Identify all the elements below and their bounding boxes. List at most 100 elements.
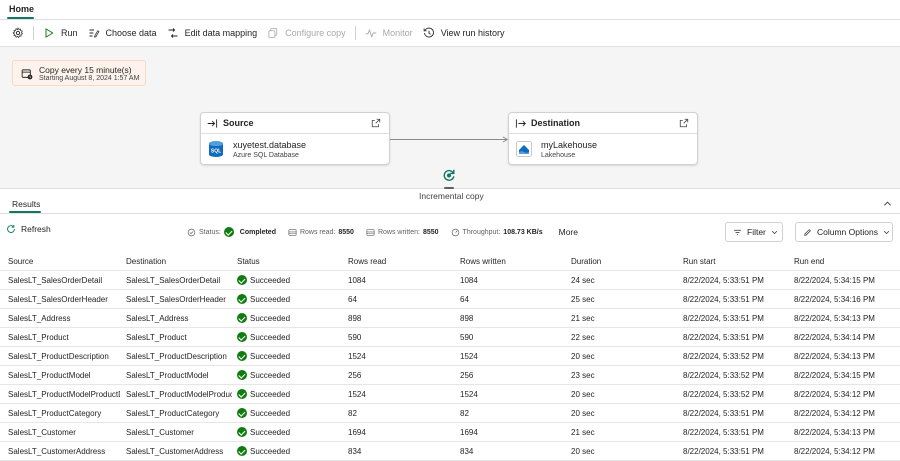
rows-written-summary: Rows written: 8550 xyxy=(366,228,439,237)
column-header[interactable]: Rows read xyxy=(348,252,454,271)
chevron-up-icon[interactable] xyxy=(883,199,892,208)
status-text: Succeeded xyxy=(250,409,291,418)
table-cell: 8/22/2024, 5:33:51 PM xyxy=(683,314,764,323)
table-cell: SalesLT_ProductModelProductDe xyxy=(8,390,120,399)
splitter-grip[interactable] xyxy=(444,187,454,189)
destination-name: myLakehouse xyxy=(541,140,598,150)
column-header[interactable]: Rows written xyxy=(460,252,566,271)
source-title: Source xyxy=(223,118,254,128)
edit-data-mapping-button[interactable]: Edit data mapping xyxy=(162,23,263,43)
success-check-icon xyxy=(237,446,247,456)
table-cell: Succeeded xyxy=(237,328,343,347)
status-text: Succeeded xyxy=(250,428,291,437)
run-button[interactable]: Run xyxy=(38,23,83,43)
column-header[interactable]: Run end xyxy=(794,252,900,271)
table-cell: 20 sec xyxy=(571,390,595,399)
mapping-icon xyxy=(168,28,178,38)
play-icon xyxy=(45,28,54,38)
configure-copy-button[interactable]: Configure copy xyxy=(262,23,351,43)
table-row[interactable]: SalesLT_ProductDescription SalesLT_Produc… xyxy=(0,347,900,366)
pipeline-canvas: Copy every 15 minute(s) Starting August … xyxy=(0,47,900,201)
column-header[interactable]: Destination xyxy=(126,252,232,271)
filter-button[interactable]: Filter xyxy=(725,222,783,242)
rows-written-label: Rows written: xyxy=(377,228,420,236)
settings-button[interactable] xyxy=(7,23,29,43)
table-row[interactable]: SalesLT_SalesOrderDetail SalesLT_SalesOrd… xyxy=(0,271,900,290)
success-check-icon xyxy=(237,427,247,437)
status-text: Succeeded xyxy=(250,447,291,456)
table-cell: Succeeded xyxy=(237,423,343,442)
schedule-badge[interactable]: Copy every 15 minute(s) Starting August … xyxy=(12,60,146,86)
column-options-button[interactable]: Column Options xyxy=(795,222,893,242)
success-check-icon xyxy=(237,370,247,380)
table-row[interactable]: SalesLT_Customer SalesLT_Customer Succeede… xyxy=(0,423,900,442)
monitor-label: Monitor xyxy=(382,28,413,38)
table-cell: 20 sec xyxy=(571,447,595,456)
table-row[interactable]: SalesLT_Address SalesLT_Address Succeeded 8… xyxy=(0,309,900,328)
status-summary: Status: Completed xyxy=(187,227,276,237)
table-cell: SalesLT_CustomerAddress xyxy=(8,447,106,456)
table-cell: 1524 xyxy=(348,352,366,361)
toolbar-divider xyxy=(33,26,34,40)
table-row[interactable]: SalesLT_Product SalesLT_Product Succeeded 5… xyxy=(0,328,900,347)
table-row[interactable]: SalesLT_ProductModelProductDe SalesLT_Pro… xyxy=(0,385,900,404)
table-cell: 25 sec xyxy=(571,295,595,304)
tab-results[interactable]: Results xyxy=(12,199,40,209)
table-cell: 20 sec xyxy=(571,409,595,418)
edit-data-mapping-label: Edit data mapping xyxy=(184,28,258,38)
column-header[interactable]: Run start xyxy=(683,252,789,271)
history-icon xyxy=(423,27,434,38)
table-row[interactable]: SalesLT_ProductModel SalesLT_ProductModel… xyxy=(0,366,900,385)
view-run-history-button[interactable]: View run history xyxy=(418,23,510,43)
table-cell: 256 xyxy=(460,371,474,380)
toolbar: Run Choose data Edit data mapping Config… xyxy=(0,20,900,47)
status-text: Succeeded xyxy=(250,352,291,361)
table-cell: SalesLT_Customer xyxy=(8,428,76,437)
refresh-button[interactable]: Refresh xyxy=(6,224,51,234)
table-cell: 8/22/2024, 5:34:13 PM xyxy=(794,352,875,361)
table-cell: 8/22/2024, 5:34:12 PM xyxy=(794,447,875,456)
open-external-icon[interactable] xyxy=(679,118,689,128)
calendar-clock-icon xyxy=(21,69,33,80)
table-cell: 82 xyxy=(348,409,357,418)
table-row[interactable]: SalesLT_SalesOrderHeader SalesLT_SalesOrd… xyxy=(0,290,900,309)
table-cell: 8/22/2024, 5:33:52 PM xyxy=(683,390,764,399)
success-check-icon xyxy=(237,389,247,399)
connector-line xyxy=(390,139,507,140)
column-header[interactable]: Status xyxy=(237,252,343,271)
table-cell: 8/22/2024, 5:33:52 PM xyxy=(683,352,764,361)
source-node[interactable]: Source SQL xuyetest.database Azure SQL D… xyxy=(200,112,390,165)
table-icon xyxy=(366,228,375,236)
column-header[interactable]: Source xyxy=(8,252,120,271)
table-cell: 8/22/2024, 5:34:15 PM xyxy=(794,371,875,380)
filter-icon xyxy=(734,229,741,235)
table-cell: 834 xyxy=(348,447,362,456)
more-button[interactable]: More xyxy=(559,227,578,237)
choose-data-button[interactable]: Choose data xyxy=(83,23,162,43)
table-cell: SalesLT_Product xyxy=(126,333,187,342)
table-cell: 82 xyxy=(460,409,469,418)
table-row[interactable]: SalesLT_CustomerAddress SalesLT_CustomerA… xyxy=(0,442,900,461)
table-cell: 24 sec xyxy=(571,276,595,285)
table-cell: 64 xyxy=(348,295,357,304)
table-cell: Succeeded xyxy=(237,290,343,309)
table-row[interactable]: SalesLT_ProductCategory SalesLT_ProductCa… xyxy=(0,404,900,423)
success-check-icon xyxy=(223,227,234,237)
table-cell: 256 xyxy=(348,371,362,380)
table-cell: 8/22/2024, 5:33:51 PM xyxy=(683,409,764,418)
table-cell: 1084 xyxy=(348,276,366,285)
table-cell: 1084 xyxy=(460,276,478,285)
destination-node[interactable]: Destination myLakehouse Lakehouse xyxy=(508,112,698,165)
column-header[interactable]: Duration xyxy=(571,252,677,271)
monitor-button[interactable]: Monitor xyxy=(360,23,418,43)
edit-icon xyxy=(804,228,811,236)
table-cell: 8/22/2024, 5:34:13 PM xyxy=(794,314,875,323)
tab-home[interactable]: Home xyxy=(9,4,34,14)
open-external-icon[interactable] xyxy=(371,118,381,128)
pulse-icon xyxy=(365,28,376,39)
gauge-icon xyxy=(451,228,459,236)
status-icon xyxy=(187,228,196,236)
connector-label: Incremental copy xyxy=(419,191,484,201)
list-edit-icon xyxy=(89,29,99,38)
run-summary: Status: Completed Rows read: 8550 Rows w… xyxy=(187,227,578,237)
